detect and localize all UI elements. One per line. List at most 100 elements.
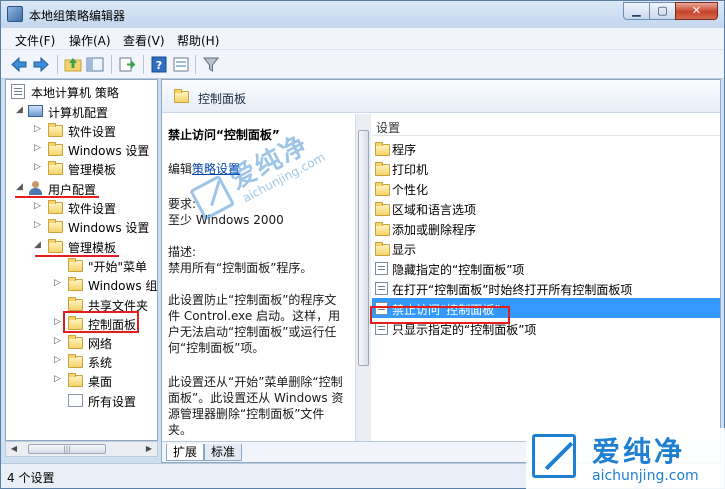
tree-label: "开始"菜单 bbox=[88, 260, 148, 274]
collapsed-arrow-icon[interactable]: ▷ bbox=[34, 220, 41, 230]
tree-item-start-menu[interactable]: "开始"菜单 bbox=[6, 256, 157, 275]
title-bar[interactable]: 本地组策略编辑器 ▁ ▢ ✕ bbox=[1, 1, 724, 28]
folder-icon bbox=[68, 297, 83, 311]
tree-item-cc-admin[interactable]: ▷ 管理模板 bbox=[6, 159, 157, 178]
annotation-box-selected-policy bbox=[370, 306, 510, 324]
setting-label: 区域和语言选项 bbox=[392, 203, 477, 217]
collapsed-arrow-icon[interactable]: ▷ bbox=[54, 336, 61, 346]
policy-setting-icon bbox=[375, 282, 388, 295]
folder-icon bbox=[48, 142, 63, 156]
scroll-left-arrow-icon[interactable]: ◀ bbox=[6, 442, 22, 456]
toolbar-separator bbox=[57, 55, 58, 74]
watermark-url: aichunjing.com bbox=[592, 468, 699, 484]
maximize-button[interactable]: ▢ bbox=[649, 2, 675, 20]
collapsed-arrow-icon[interactable]: ▷ bbox=[54, 317, 61, 327]
menu-action[interactable]: 操作(A) bbox=[69, 32, 111, 49]
app-icon bbox=[7, 6, 23, 22]
collapsed-arrow-icon[interactable]: ▷ bbox=[54, 374, 61, 384]
back-arrow-icon[interactable] bbox=[9, 55, 29, 74]
tree-label: Windows 设置 bbox=[68, 144, 150, 158]
path-header: 控制面板 bbox=[162, 80, 720, 113]
folder-icon bbox=[48, 219, 63, 233]
policy-setting-icon bbox=[375, 262, 388, 275]
folder-icon bbox=[375, 242, 390, 256]
tree-item-computer-config[interactable]: ◢ 计算机配置 bbox=[6, 102, 157, 121]
policy-setting-row[interactable]: 在打开“控制面板”时始终打开所有控制面板项 bbox=[372, 278, 720, 298]
collapsed-arrow-icon[interactable]: ▷ bbox=[34, 143, 41, 153]
tab-standard[interactable]: 标准 bbox=[204, 444, 243, 461]
tree-item-network[interactable]: ▷ 网络 bbox=[6, 333, 157, 352]
setting-label: 隐藏指定的“控制面板”项 bbox=[392, 263, 525, 277]
menu-view[interactable]: 查看(V) bbox=[123, 32, 165, 49]
setting-label: 打印机 bbox=[392, 163, 429, 177]
menu-help[interactable]: 帮助(H) bbox=[177, 32, 219, 49]
tree-label: 系统 bbox=[88, 356, 113, 370]
svg-text:?: ? bbox=[156, 59, 162, 72]
tree-item-system[interactable]: ▷ 系统 bbox=[6, 352, 157, 371]
annotation-underline-admin-templates bbox=[35, 255, 119, 257]
tree-horizontal-scrollbar[interactable]: ◀ ||| ▶ bbox=[5, 441, 158, 457]
filter-icon[interactable] bbox=[201, 55, 221, 74]
folder-icon bbox=[48, 200, 63, 214]
settings-list: 设置 程序打印机 个性化区域和语言选项 添加或删除程序显示隐藏指定的“控制面板”项在… bbox=[372, 114, 720, 441]
setting-label: 显示 bbox=[392, 243, 417, 257]
up-folder-icon[interactable] bbox=[63, 55, 83, 74]
settings-folder-row[interactable]: 个性化 bbox=[372, 178, 720, 198]
collapsed-arrow-icon[interactable]: ▷ bbox=[34, 201, 41, 211]
tree-item-uc-software[interactable]: ▷ 软件设置 bbox=[6, 198, 157, 217]
watermark-brand: 爱纯净 bbox=[592, 435, 686, 468]
settings-folder-row[interactable]: 添加或删除程序 bbox=[372, 218, 720, 238]
minimize-button[interactable]: ▁ bbox=[623, 2, 649, 20]
tree-label: 管理模板 bbox=[68, 163, 117, 177]
tree-item-desktop[interactable]: ▷ 桌面 bbox=[6, 371, 157, 390]
policy-tree[interactable]: 本地计算机 策略 ◢ 计算机配置 ▷ 软件设置 ▷ Windows 设置 ▷ 管… bbox=[5, 79, 158, 441]
collapsed-arrow-icon[interactable]: ▷ bbox=[34, 124, 41, 134]
toolbar-separator bbox=[143, 55, 144, 74]
scroll-thumb[interactable]: ||| bbox=[28, 444, 106, 454]
settings-folder-row[interactable]: 显示 bbox=[372, 238, 720, 258]
computer-icon bbox=[28, 105, 43, 117]
folder-icon bbox=[68, 258, 83, 272]
policy-setting-row[interactable]: 隐藏指定的“控制面板”项 bbox=[372, 258, 720, 278]
annotation-box-control-panel bbox=[63, 311, 139, 333]
tree-item-uc-windows[interactable]: ▷ Windows 设置 bbox=[6, 217, 157, 236]
tree-item-uc-admin[interactable]: ◢ 管理模板 bbox=[6, 237, 157, 256]
folder-open-icon bbox=[48, 239, 63, 253]
description-text-2: 此设置防止“控制面板”的程序文件 Control.exe 启动。这样，用户无法启… bbox=[168, 293, 341, 355]
properties-icon[interactable] bbox=[171, 55, 191, 74]
tab-extended[interactable]: 扩展 bbox=[166, 444, 205, 461]
expanded-arrow-icon[interactable]: ◢ bbox=[34, 240, 41, 250]
toolbar: ? bbox=[1, 50, 724, 79]
expanded-arrow-icon[interactable]: ◢ bbox=[16, 105, 23, 115]
tree-item-windows-components[interactable]: ▷ Windows 组件 bbox=[6, 275, 157, 294]
tree-item-cc-software[interactable]: ▷ 软件设置 bbox=[6, 121, 157, 140]
user-icon bbox=[28, 181, 43, 196]
collapsed-arrow-icon[interactable]: ▷ bbox=[34, 162, 41, 172]
folder-icon bbox=[375, 202, 390, 216]
settings-folder-row[interactable]: 程序 bbox=[372, 138, 720, 158]
folder-icon bbox=[48, 161, 63, 175]
settings-column-header[interactable]: 设置 bbox=[372, 114, 720, 136]
tree-label: Windows 设置 bbox=[68, 221, 150, 235]
status-text: 4 个设置 bbox=[7, 471, 55, 485]
description-text-1: 禁用所有“控制面板”程序。 bbox=[168, 261, 313, 275]
setting-label: 程序 bbox=[392, 143, 417, 157]
show-tree-icon[interactable] bbox=[85, 55, 105, 74]
menu-file[interactable]: 文件(F) bbox=[15, 32, 55, 49]
collapsed-arrow-icon[interactable]: ▷ bbox=[54, 355, 61, 365]
close-button[interactable]: ✕ bbox=[675, 2, 718, 20]
settings-folder-row[interactable]: 区域和语言选项 bbox=[372, 198, 720, 218]
scroll-right-arrow-icon[interactable]: ▶ bbox=[141, 442, 157, 456]
tree-item-cc-windows[interactable]: ▷ Windows 设置 bbox=[6, 140, 157, 159]
expanded-arrow-icon[interactable]: ◢ bbox=[16, 182, 23, 192]
forward-arrow-icon[interactable] bbox=[31, 55, 51, 74]
tree-label: 所有设置 bbox=[88, 395, 137, 409]
collapsed-arrow-icon[interactable]: ▷ bbox=[54, 278, 61, 288]
folder-icon bbox=[48, 123, 63, 137]
settings-folder-row[interactable]: 打印机 bbox=[372, 158, 720, 178]
tree-item-root[interactable]: 本地计算机 策略 bbox=[6, 82, 157, 101]
help-icon[interactable]: ? bbox=[149, 55, 169, 74]
tree-item-all-settings[interactable]: 所有设置 bbox=[6, 391, 157, 410]
folder-icon bbox=[68, 277, 83, 291]
export-list-icon[interactable] bbox=[117, 55, 137, 74]
